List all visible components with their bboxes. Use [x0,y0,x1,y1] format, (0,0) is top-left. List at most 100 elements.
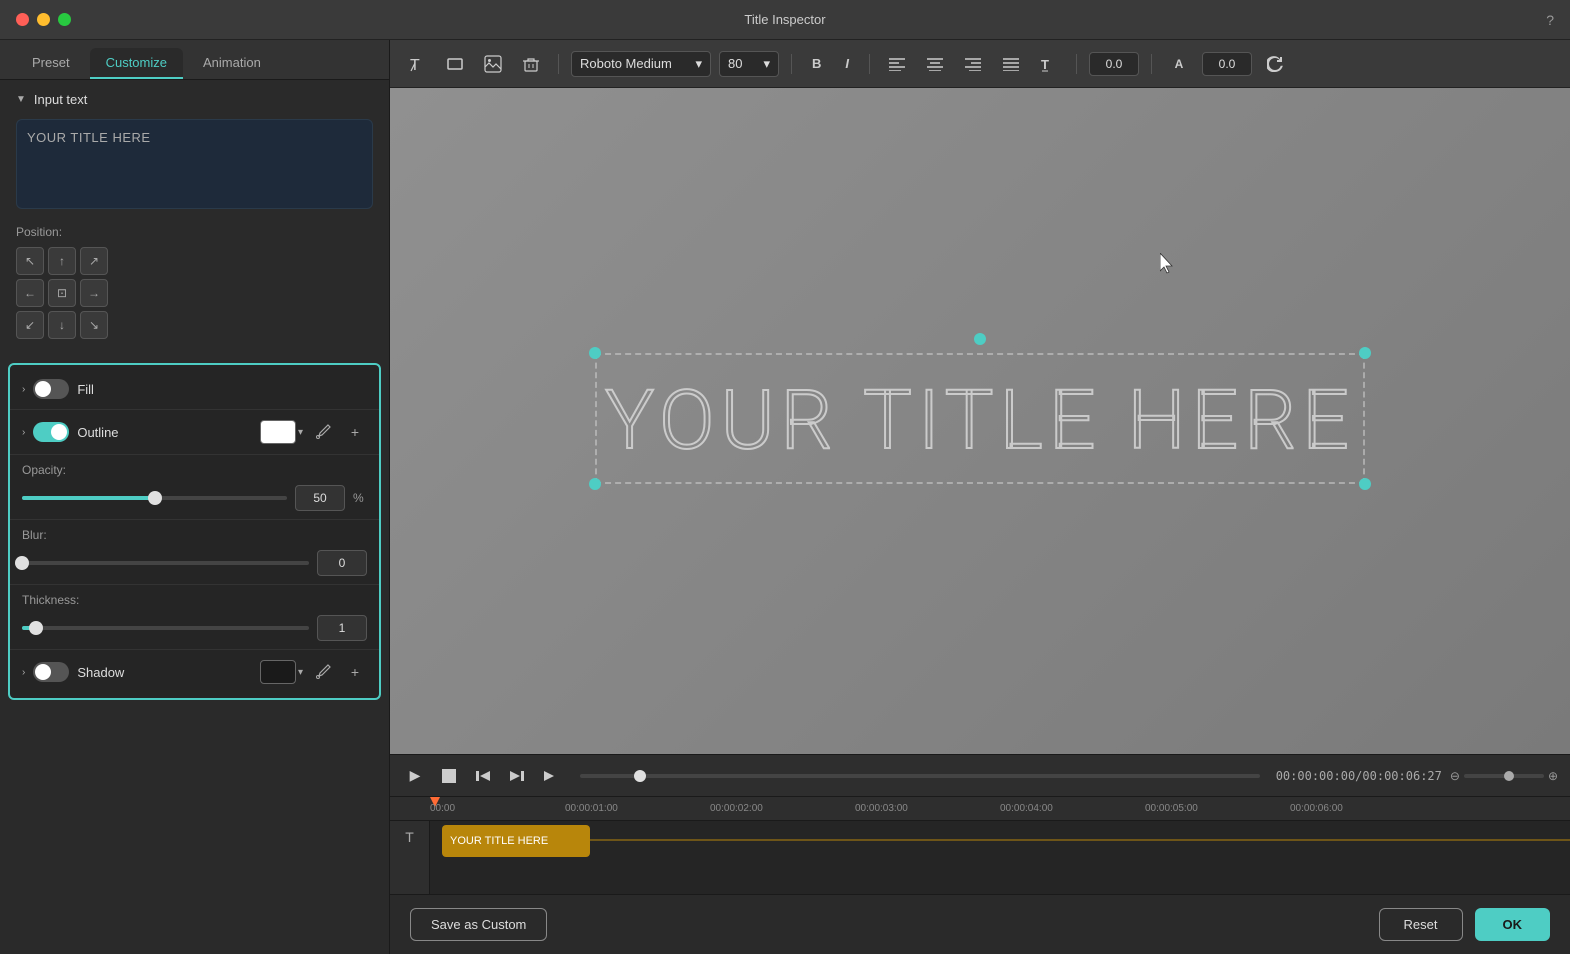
timecode-display: 00:00:00:00/00:00:06:27 [1276,769,1442,783]
toolbar-separator-3 [869,54,870,74]
reset-button[interactable]: Reset [1379,908,1463,941]
ruler-mark-5: 00:00:05:00 [1145,803,1198,814]
opacity-slider-track[interactable] [22,496,287,500]
blur-slider-thumb[interactable] [15,556,29,570]
thickness-slider-thumb[interactable] [29,621,43,635]
italic-button[interactable]: I [837,52,857,75]
outline-color-swatch[interactable] [260,420,296,444]
shadow-color-swatch-group[interactable]: ▾ [260,660,303,684]
blur-slider-track[interactable] [22,561,309,565]
bold-button[interactable]: B [804,52,829,75]
outline-toggle[interactable] [33,422,69,442]
shadow-toggle-thumb [35,664,51,680]
handle-top-center[interactable] [974,333,986,345]
zoom-in-icon[interactable]: ⊕ [1548,769,1558,783]
save-as-custom-button[interactable]: Save as Custom [410,908,547,941]
main-container: Preset Customize Animation ▼ Input text … [0,40,1570,954]
toolbar-separator-5 [1151,54,1152,74]
outline-toggle-thumb [51,424,67,440]
kern-value[interactable]: 0.0 [1202,52,1252,76]
outline-swatch-dropdown-arrow[interactable]: ▾ [298,427,303,438]
ruler-mark-4: 00:00:04:00 [1000,803,1053,814]
text-caps-button[interactable]: T [1034,49,1064,79]
shadow-label: Shadow [77,665,252,680]
pos-bottom[interactable]: ↓ [48,311,76,339]
handle-top-left[interactable] [589,347,601,359]
align-right-button[interactable] [958,49,988,79]
outline-label: Outline [77,425,252,440]
thickness-row: Thickness: 1 [10,584,379,649]
handle-top-right[interactable] [1359,347,1371,359]
tracking-value[interactable]: 0.0 [1089,52,1139,76]
tab-animation[interactable]: Animation [187,48,277,79]
help-icon[interactable]: ? [1546,12,1554,28]
minimize-button[interactable] [37,13,50,26]
align-center-button[interactable] [920,49,950,79]
zoom-thumb[interactable] [1504,771,1514,781]
font-family-select[interactable]: Roboto Medium ▾ [571,51,711,77]
shadow-swatch-dropdown-arrow[interactable]: ▾ [298,667,303,678]
toolbar: T [390,40,1570,88]
align-justify-button[interactable] [996,49,1026,79]
prev-frame-button[interactable] [470,763,496,789]
opacity-slider-fill [22,496,155,500]
pos-left[interactable]: ← [16,279,44,307]
thickness-value[interactable]: 1 [317,615,367,641]
pos-bottom-right[interactable]: ↘ [80,311,108,339]
shadow-eyedropper-button[interactable] [311,660,335,684]
opacity-slider-thumb[interactable] [148,491,162,505]
preview-area: YOUR TITLE HERE [390,88,1570,754]
add-outline-button[interactable]: + [343,420,367,444]
ok-button[interactable]: OK [1475,908,1551,941]
handle-bottom-right[interactable] [1359,478,1371,490]
title-clip[interactable]: YOUR TITLE HERE [442,825,590,857]
rect-tool-button[interactable] [440,49,470,79]
text-tool-button[interactable]: T [402,49,432,79]
input-text-section-header[interactable]: ▼ Input text [0,80,389,119]
shadow-color-swatch[interactable] [260,660,296,684]
opacity-value[interactable]: 50 [295,485,345,511]
add-shadow-button[interactable]: + [343,660,367,684]
pos-top-left[interactable]: ↖ [16,247,44,275]
shadow-toggle[interactable] [33,662,69,682]
delete-tool-button[interactable] [516,49,546,79]
stop-button[interactable] [436,763,462,789]
play-button[interactable]: ▶ [402,763,428,789]
handle-bottom-left[interactable] [589,478,601,490]
pos-center[interactable]: ⊡ [48,279,76,307]
tab-customize[interactable]: Customize [90,48,183,79]
shadow-chevron[interactable]: › [22,667,25,678]
maximize-button[interactable] [58,13,71,26]
transport-playhead[interactable] [634,770,646,782]
font-size-select[interactable]: 80 ▾ [719,51,779,77]
ruler-mark-0: 00:00 [430,803,455,814]
align-left-button[interactable] [882,49,912,79]
left-panel: Preset Customize Animation ▼ Input text … [0,40,390,954]
step-forward-button[interactable] [504,763,530,789]
transport-progress-bar[interactable] [580,774,1260,778]
title-element[interactable]: YOUR TITLE HERE [605,373,1355,469]
toolbar-separator-2 [791,54,792,74]
outline-chevron[interactable]: › [22,427,25,438]
outline-color-swatch-group[interactable]: ▾ [260,420,303,444]
input-text-box[interactable]: YOUR TITLE HERE [16,119,373,209]
zoom-slider[interactable] [1464,774,1544,778]
pos-top[interactable]: ↑ [48,247,76,275]
thickness-slider-track[interactable] [22,626,309,630]
eyedropper-button[interactable] [311,420,335,444]
zoom-out-icon[interactable]: ⊖ [1450,769,1460,783]
tab-preset[interactable]: Preset [16,48,86,79]
fill-toggle[interactable] [33,379,69,399]
next-button[interactable] [538,763,564,789]
pos-right[interactable]: → [80,279,108,307]
pos-bottom-left[interactable]: ↙ [16,311,44,339]
image-tool-button[interactable] [478,49,508,79]
blur-value[interactable]: 0 [317,550,367,576]
window-controls[interactable] [16,13,71,26]
fill-chevron[interactable]: › [22,384,25,395]
pos-top-right[interactable]: ↗ [80,247,108,275]
svg-text:T: T [1041,57,1049,72]
timeline-tracks: T YOUR TITLE HERE [390,821,1570,894]
close-button[interactable] [16,13,29,26]
refresh-button[interactable] [1260,49,1290,79]
